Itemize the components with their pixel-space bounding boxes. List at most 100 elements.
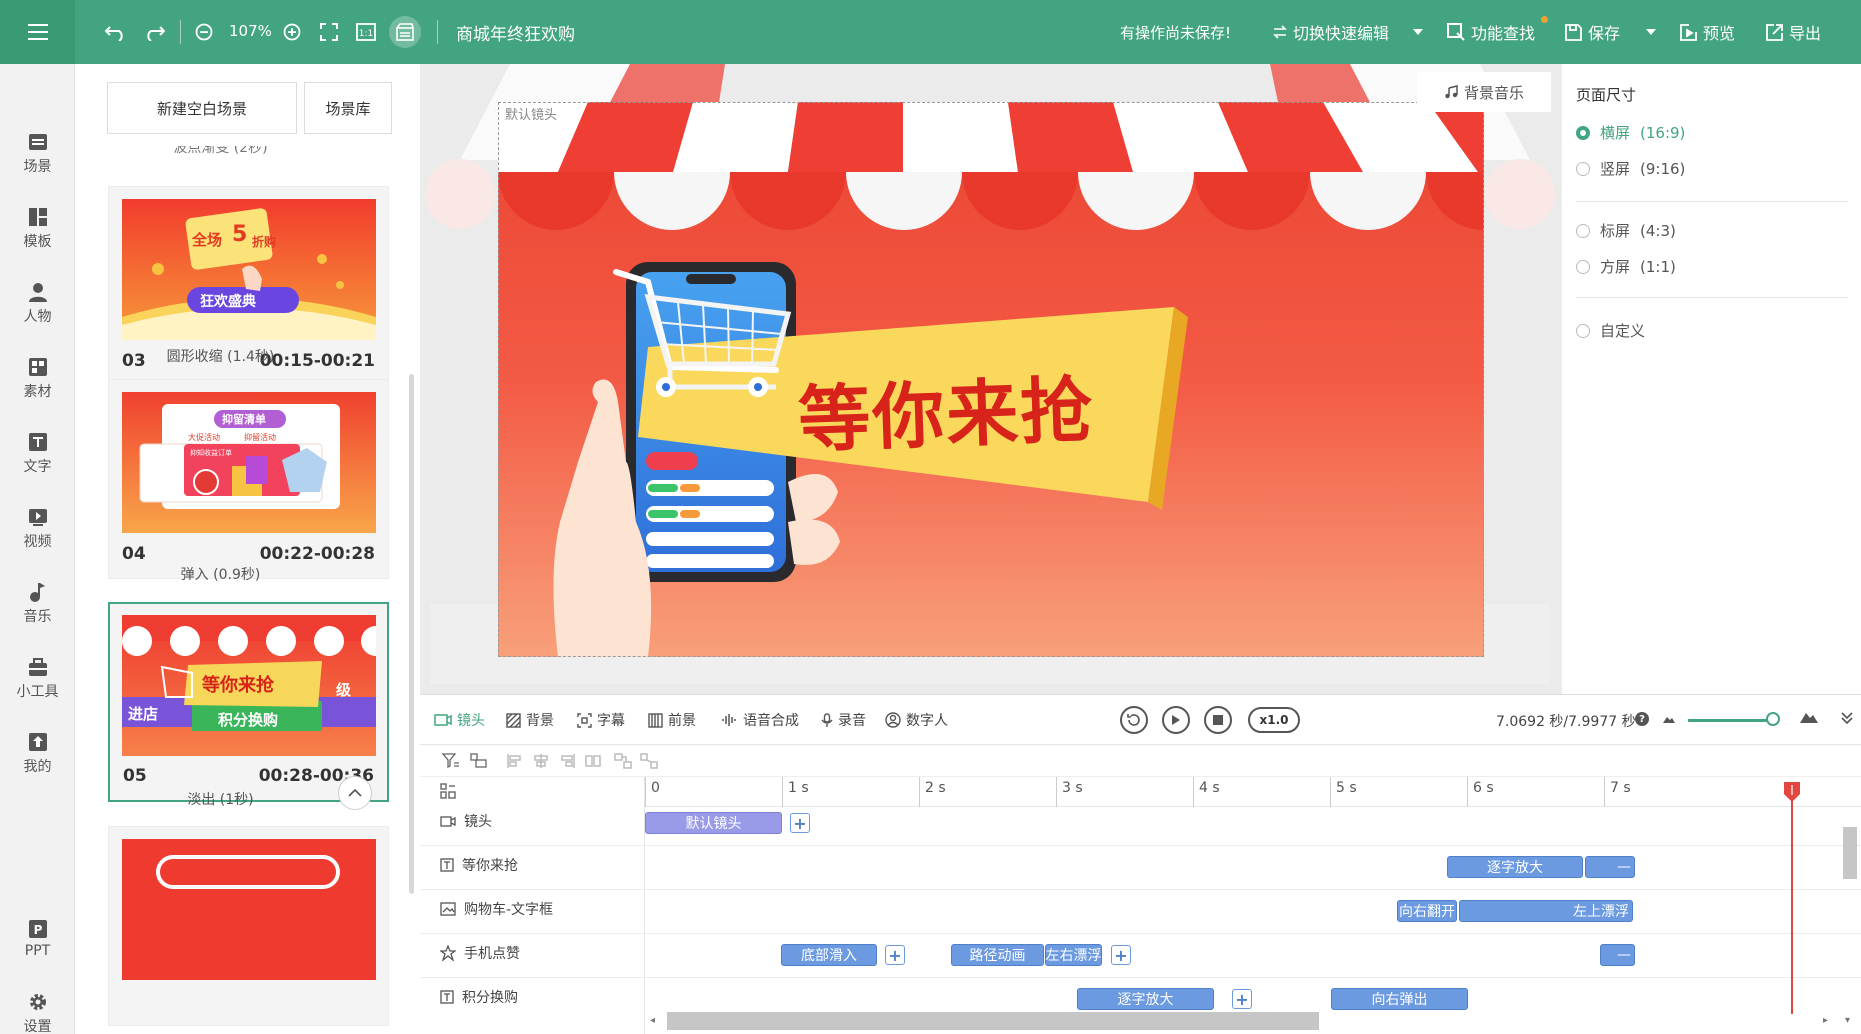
radio-button[interactable]	[1576, 125, 1590, 140]
background-music-button[interactable]: 背景音乐	[1417, 72, 1551, 112]
feature-search-button[interactable]: 功能查找	[1447, 20, 1535, 44]
hamburger-menu-icon[interactable]	[0, 0, 75, 64]
preview-button[interactable]: 预览	[1680, 20, 1735, 44]
playback-speed[interactable]: x1.0	[1248, 707, 1300, 733]
new-blank-scene-button[interactable]: 新建空白场景	[107, 82, 297, 134]
scroll-right-icon[interactable]: ▸	[1823, 1015, 1828, 1026]
zoom-out-mountain-icon[interactable]	[1663, 715, 1675, 723]
scene-library-button[interactable]: 场景库	[304, 82, 392, 134]
align-center-icon[interactable]	[532, 753, 550, 769]
size-option-portrait[interactable]: 竖屏 (9:16)	[1576, 158, 1685, 179]
transition-label[interactable]: 淡出 (1秒)	[108, 789, 333, 809]
group-icon[interactable]	[614, 753, 632, 769]
sidebar-item-music[interactable]: 音乐	[0, 570, 75, 638]
add-clip-button[interactable]: +	[885, 945, 905, 965]
clip-points-enlarge[interactable]: 逐字放大	[1077, 988, 1214, 1010]
playhead-marker[interactable]	[1784, 782, 1800, 802]
add-clip-button[interactable]: +	[1232, 989, 1252, 1009]
timeline-vertical-scrollbar[interactable]	[1843, 827, 1857, 879]
replay-icon[interactable]	[1120, 706, 1148, 734]
radio-button[interactable]	[1576, 259, 1590, 274]
distribute-icon[interactable]	[584, 753, 602, 769]
timeline-zoom-handle[interactable]	[1766, 712, 1780, 726]
filter-icon[interactable]	[442, 753, 460, 769]
size-option-square[interactable]: 方屏 (1:1)	[1576, 256, 1676, 277]
tool-background[interactable]: 背景	[506, 710, 554, 730]
track-label-cart-frame[interactable]: 购物车-文字框	[440, 899, 553, 919]
zoom-out-icon[interactable]	[190, 18, 218, 46]
export-button[interactable]: 导出	[1766, 20, 1821, 44]
radio-button[interactable]	[1576, 323, 1590, 338]
tool-tts[interactable]: 语音合成	[722, 710, 799, 730]
zoom-in-icon[interactable]	[278, 18, 306, 46]
clip-phone-slide-in[interactable]: 底部滑入	[781, 944, 877, 966]
sidebar-item-ppt[interactable]: P PPT	[0, 905, 75, 973]
quick-edit-button[interactable]: 切换快速编辑	[1273, 20, 1424, 44]
scene-card-05[interactable]: 等你来抢 进店 积分换购 级 05 00:28-00:36	[108, 602, 389, 802]
scroll-left-icon[interactable]: ◂	[650, 1015, 655, 1026]
undo-icon[interactable]	[102, 18, 130, 46]
panel-scrollbar[interactable]	[409, 374, 414, 894]
clip-headline-enlarge[interactable]: 逐字放大	[1447, 856, 1583, 878]
play-icon[interactable]	[1162, 706, 1190, 734]
actual-size-icon[interactable]: 1:1	[352, 18, 380, 46]
redo-icon[interactable]	[140, 18, 168, 46]
transition-label[interactable]: 圆形收缩 (1.4秒)	[108, 346, 333, 366]
tool-foreground[interactable]: 前景	[648, 710, 696, 730]
clip-camera-default[interactable]: 默认镜头	[645, 812, 782, 834]
size-option-custom[interactable]: 自定义	[1576, 320, 1645, 341]
timeline-horizontal-scrollbar[interactable]	[667, 1012, 1319, 1030]
radio-button[interactable]	[1576, 161, 1590, 176]
sidebar-item-assets[interactable]: 素材	[0, 345, 75, 413]
layers-icon[interactable]	[470, 753, 488, 769]
collapse-timeline-icon[interactable]	[1841, 711, 1853, 725]
sidebar-item-mine[interactable]: 我的	[0, 720, 75, 788]
tracks-header-icon[interactable]	[440, 783, 458, 799]
sidebar-item-video[interactable]: 视频	[0, 495, 75, 563]
clapboard-icon[interactable]	[389, 16, 421, 48]
size-option-standard[interactable]: 标屏 (4:3)	[1576, 220, 1676, 241]
clip-phone-exit[interactable]: —	[1600, 944, 1635, 966]
size-option-landscape[interactable]: 横屏 (16:9)	[1576, 122, 1685, 143]
add-clip-button[interactable]: +	[1111, 945, 1131, 965]
track-label-headline[interactable]: 等你来抢	[440, 855, 518, 875]
track-label-phone-like[interactable]: 手机点赞	[440, 943, 520, 963]
track-label-points-redeem[interactable]: 积分换购	[440, 987, 518, 1007]
transition-label[interactable]: 弹入 (0.9秒)	[108, 564, 333, 584]
ungroup-icon[interactable]	[640, 753, 658, 769]
clip-cart-float[interactable]: 左上漂浮	[1459, 900, 1633, 922]
tool-subtitle[interactable]: 字幕	[577, 710, 625, 730]
zoom-in-mountain-icon[interactable]	[1800, 711, 1818, 723]
sidebar-item-scene[interactable]: 场景	[0, 120, 75, 188]
fit-screen-icon[interactable]	[315, 18, 343, 46]
default-camera-frame[interactable]	[498, 102, 1484, 657]
save-button[interactable]: 保存	[1565, 20, 1657, 44]
timeline-zoom-track[interactable]	[1688, 719, 1774, 722]
align-right-icon[interactable]	[558, 753, 576, 769]
clip-cart-flip-right[interactable]: 向右翻开	[1397, 900, 1457, 922]
clip-phone-float[interactable]: 左右漂浮	[1045, 944, 1102, 966]
project-title[interactable]: 商城年终狂欢购	[456, 20, 575, 45]
help-icon[interactable]: ?	[1635, 712, 1649, 726]
add-clip-button[interactable]: +	[790, 813, 810, 833]
save-chevron-down-icon[interactable]	[1646, 29, 1657, 35]
sidebar-item-text[interactable]: 文字	[0, 420, 75, 488]
tool-record[interactable]: 录音	[821, 710, 866, 730]
scene-card-06[interactable]	[108, 826, 389, 1026]
collapse-up-icon[interactable]	[338, 776, 372, 810]
sidebar-item-person[interactable]: 人物	[0, 270, 75, 338]
tool-camera[interactable]: 镜头	[434, 710, 485, 730]
clip-headline-exit[interactable]: —	[1585, 856, 1635, 878]
sidebar-item-toolbox[interactable]: 小工具	[0, 645, 75, 713]
scroll-down-icon[interactable]: ▾	[1845, 1015, 1850, 1026]
clip-points-pop-right[interactable]: 向右弹出	[1331, 988, 1468, 1010]
track-label-camera[interactable]: 镜头	[440, 811, 492, 831]
stop-icon[interactable]	[1204, 706, 1232, 734]
sidebar-item-template[interactable]: 模板	[0, 195, 75, 263]
scene-card-04[interactable]: 抑留清单 大促活动 抑留活动 抑知收益订单 04 00:22-00:28	[108, 379, 389, 579]
transition-label[interactable]: 波点渐变 (2秒)	[108, 146, 333, 158]
radio-button[interactable]	[1576, 223, 1590, 238]
align-left-icon[interactable]	[506, 753, 524, 769]
tool-digital-human[interactable]: 数字人	[885, 710, 948, 730]
chevron-down-icon[interactable]	[1413, 29, 1424, 35]
